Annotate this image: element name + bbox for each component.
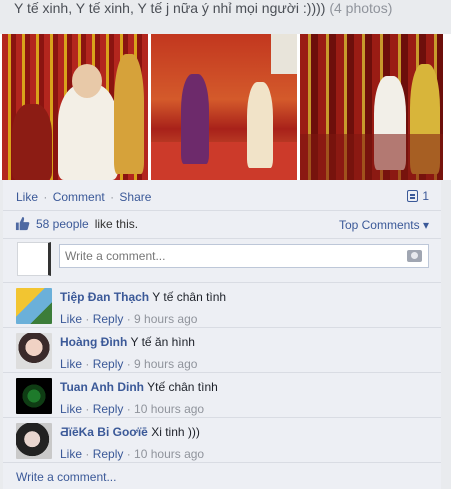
comment-reply-link[interactable]: Reply bbox=[93, 357, 124, 371]
comment-time[interactable]: 10 hours ago bbox=[134, 447, 204, 461]
comment-author[interactable]: Tiệp Đan Thạch bbox=[60, 290, 149, 304]
current-user-avatar bbox=[17, 242, 51, 276]
caption-text: Y tế xinh, Y tế xinh, Y tế j nữa ý nhỉ m… bbox=[14, 0, 326, 16]
share-doc-icon bbox=[407, 190, 419, 202]
camera-icon[interactable] bbox=[407, 250, 422, 262]
comment-item: ƋïēKa Bi Goơïē Xi tinh ))) Like · Reply … bbox=[3, 417, 441, 462]
comment-author[interactable]: Tuan Anh Dinh bbox=[60, 380, 144, 394]
comment-text: Xi tinh ))) bbox=[151, 425, 200, 439]
separator: · bbox=[110, 190, 115, 204]
comment-meta: Like · Reply · 9 hours ago bbox=[60, 312, 198, 326]
comment-item: Tuan Anh Dinh Ytế chân tình Like · Reply… bbox=[3, 372, 441, 417]
comment-meta: Like · Reply · 10 hours ago bbox=[60, 402, 205, 416]
comment-meta: Like · Reply · 10 hours ago bbox=[60, 447, 205, 461]
avatar[interactable] bbox=[16, 378, 52, 414]
avatar[interactable] bbox=[16, 333, 52, 369]
photo-2[interactable] bbox=[151, 34, 297, 180]
comment-author[interactable]: Hoàng Đình bbox=[60, 335, 127, 349]
photo-grid bbox=[0, 34, 451, 180]
avatar[interactable] bbox=[16, 423, 52, 459]
comment-button[interactable]: Comment bbox=[53, 190, 105, 204]
thumbs-up-icon bbox=[15, 216, 30, 231]
comment-like-link[interactable]: Like bbox=[60, 312, 82, 326]
comment-author[interactable]: ƋïēKa Bi Goơïē bbox=[60, 425, 148, 439]
comment-time[interactable]: 9 hours ago bbox=[134, 312, 197, 326]
comment-input[interactable]: Write a comment... bbox=[59, 244, 429, 268]
photo-1[interactable] bbox=[2, 34, 148, 180]
comment-item: Tiệp Đan Thạch Y tế chân tình Like · Rep… bbox=[3, 282, 441, 327]
comment-like-link[interactable]: Like bbox=[60, 402, 82, 416]
comment-text: Y tế ăn hình bbox=[130, 335, 195, 349]
photo-count[interactable]: (4 photos) bbox=[329, 0, 392, 16]
comment-text: Ytế chân tình bbox=[147, 380, 218, 394]
avatar[interactable] bbox=[16, 288, 52, 324]
comment-item: Hoàng Đình Y tế ăn hình Like · Reply · 9… bbox=[3, 327, 441, 372]
comment-like-link[interactable]: Like bbox=[60, 357, 82, 371]
divider bbox=[3, 238, 441, 239]
photo-3[interactable] bbox=[300, 34, 443, 180]
comment-meta: Like · Reply · 9 hours ago bbox=[60, 357, 198, 371]
share-count-value: 1 bbox=[422, 189, 429, 203]
divider bbox=[3, 462, 441, 463]
comment-sort-dropdown[interactable]: Top Comments ▾ bbox=[339, 218, 429, 232]
feedback-panel: Like · Comment · Share 1 58 people like … bbox=[3, 180, 441, 489]
comment-input-placeholder: Write a comment... bbox=[65, 249, 166, 263]
likes-suffix: like this. bbox=[94, 216, 139, 231]
comment-like-link[interactable]: Like bbox=[60, 447, 82, 461]
comment-time[interactable]: 10 hours ago bbox=[134, 402, 204, 416]
share-button[interactable]: Share bbox=[119, 190, 151, 204]
action-bar: Like · Comment · Share bbox=[16, 190, 151, 204]
post-caption: Y tế xinh, Y tế xinh, Y tế j nữa ý nhỉ m… bbox=[14, 0, 392, 16]
comment-text: Y tế chân tình bbox=[152, 290, 227, 304]
likers-link[interactable]: 58 people bbox=[36, 217, 89, 231]
comment-time[interactable]: 9 hours ago bbox=[134, 357, 197, 371]
comment-reply-link[interactable]: Reply bbox=[93, 447, 124, 461]
like-button[interactable]: Like bbox=[16, 190, 38, 204]
likes-summary: 58 people like this. bbox=[15, 216, 138, 231]
comment-reply-link[interactable]: Reply bbox=[93, 312, 124, 326]
divider bbox=[3, 210, 441, 211]
comment-reply-link[interactable]: Reply bbox=[93, 402, 124, 416]
write-comment-link[interactable]: Write a comment... bbox=[16, 470, 116, 484]
share-count[interactable]: 1 bbox=[407, 189, 429, 203]
separator: · bbox=[43, 190, 48, 204]
comment-composer: Write a comment... bbox=[3, 240, 441, 282]
